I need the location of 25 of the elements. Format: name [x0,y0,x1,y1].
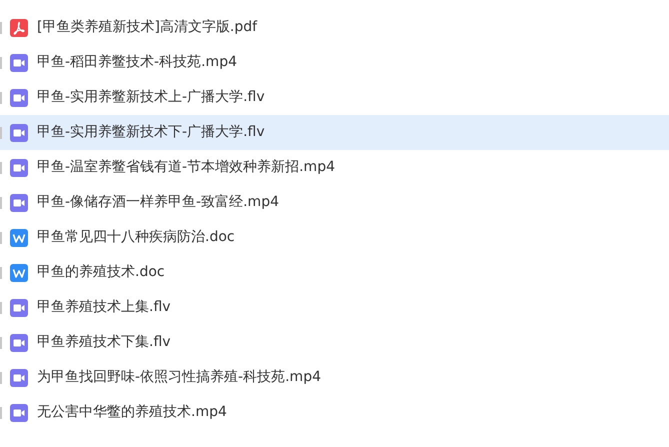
pdf-file-icon [10,18,28,36]
video-file-icon [10,158,28,176]
video-file-icon [10,124,28,142]
file-name: 无公害中华鳖的养殖技术.mp4 [37,403,227,422]
word-file-icon [10,228,28,246]
video-file-icon [10,404,28,422]
file-name: 甲鱼-实用养鳖新技术下-广播大学.flv [37,123,265,142]
file-name: 甲鱼-实用养鳖新技术上-广播大学.flv [37,88,265,107]
video-file-icon [10,368,28,386]
video-file-icon [10,194,28,212]
file-name: [甲鱼类养殖新技术]高清文字版.pdf [37,18,258,37]
file-name: 甲鱼-温室养鳖省钱有道-节本增效种养新招.mp4 [37,158,335,177]
file-name: 为甲鱼找回野味-依照习性搞养殖-科技苑.mp4 [37,368,321,387]
word-file-icon [10,264,28,282]
video-file-icon [10,88,28,106]
file-name: 甲鱼常见四十八种疾病防治.doc [37,228,235,247]
file-name: 甲鱼的养殖技术.doc [37,263,165,282]
video-file-icon [10,54,28,72]
file-name: 甲鱼养殖技术上集.flv [37,298,171,317]
file-name: 甲鱼-像储存酒一样养甲鱼-致富经.mp4 [37,193,279,212]
video-file-icon [10,334,28,352]
file-row[interactable]: 甲鱼-实用养鳖新技术下-广播大学.flv [0,115,669,150]
file-name: 甲鱼-稻田养鳖技术-科技苑.mp4 [37,53,237,72]
video-file-icon [10,298,28,316]
file-name: 甲鱼养殖技术下集.flv [37,333,171,352]
